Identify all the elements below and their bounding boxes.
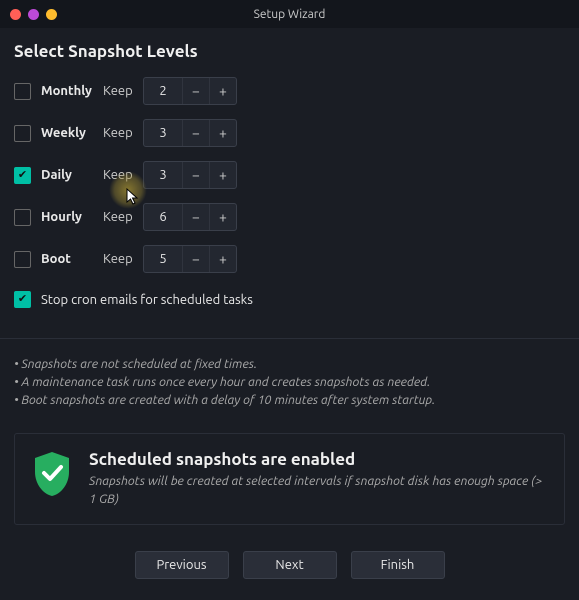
level-label: Monthly: [41, 84, 103, 98]
plus-icon[interactable]: +: [209, 78, 236, 104]
keep-spinner-boot[interactable]: 5−+: [143, 245, 237, 273]
close-icon[interactable]: [10, 9, 21, 20]
keep-spinner-weekly[interactable]: 3−+: [143, 119, 237, 147]
minus-icon[interactable]: −: [182, 78, 209, 104]
keep-spinner-hourly[interactable]: 6−+: [143, 203, 237, 231]
stop-cron-emails-label: Stop cron emails for scheduled tasks: [41, 293, 253, 307]
shield-icon: [31, 450, 73, 498]
level-row: ✔ MonthlyKeep2−+: [14, 77, 565, 105]
maximize-icon[interactable]: [46, 9, 57, 20]
snapshot-levels-list: ✔MonthlyKeep2−+✔WeeklyKeep3−+✔DailyKeep3…: [14, 77, 565, 273]
level-label: Hourly: [41, 210, 103, 224]
keep-value: 3: [144, 126, 182, 140]
keep-label: Keep: [103, 84, 143, 98]
stop-cron-emails-checkbox[interactable]: ✔: [14, 291, 31, 308]
level-row: ✔ WeeklyKeep3−+: [14, 119, 565, 147]
keep-label: Keep: [103, 168, 143, 182]
keep-value: 6: [144, 210, 182, 224]
minus-icon[interactable]: −: [182, 246, 209, 272]
keep-value: 5: [144, 252, 182, 266]
level-row: ✔ DailyKeep3−+: [14, 161, 565, 189]
level-checkbox-daily[interactable]: ✔: [14, 167, 31, 184]
keep-label: Keep: [103, 252, 143, 266]
info-text: • Snapshots are not scheduled at fixed t…: [14, 355, 565, 409]
window-controls: [0, 9, 57, 20]
status-box: Scheduled snapshots are enabled Snapshot…: [14, 433, 565, 525]
separator: [0, 338, 579, 339]
keep-value: 2: [144, 84, 182, 98]
keep-value: 3: [144, 168, 182, 182]
finish-button[interactable]: Finish: [351, 551, 445, 579]
keep-label: Keep: [103, 126, 143, 140]
level-label: Weekly: [41, 126, 103, 140]
keep-spinner-daily[interactable]: 3−+: [143, 161, 237, 189]
plus-icon[interactable]: +: [209, 246, 236, 272]
previous-button[interactable]: Previous: [135, 551, 229, 579]
minus-icon[interactable]: −: [182, 120, 209, 146]
level-row: ✔ BootKeep5−+: [14, 245, 565, 273]
page-title: Select Snapshot Levels: [14, 42, 565, 61]
button-bar: Previous Next Finish: [14, 551, 565, 579]
window-title: Setup Wizard: [0, 8, 579, 21]
keep-label: Keep: [103, 210, 143, 224]
level-checkbox-hourly[interactable]: ✔: [14, 209, 31, 226]
status-description: Snapshots will be created at selected in…: [89, 473, 548, 508]
minimize-icon[interactable]: [28, 9, 39, 20]
next-button[interactable]: Next: [243, 551, 337, 579]
level-label: Boot: [41, 252, 103, 266]
level-checkbox-monthly[interactable]: ✔: [14, 83, 31, 100]
titlebar: Setup Wizard: [0, 0, 579, 28]
status-title: Scheduled snapshots are enabled: [89, 450, 548, 469]
plus-icon[interactable]: +: [209, 162, 236, 188]
plus-icon[interactable]: +: [209, 120, 236, 146]
level-checkbox-weekly[interactable]: ✔: [14, 125, 31, 142]
minus-icon[interactable]: −: [182, 162, 209, 188]
minus-icon[interactable]: −: [182, 204, 209, 230]
level-checkbox-boot[interactable]: ✔: [14, 251, 31, 268]
check-icon: ✔: [18, 294, 27, 305]
check-icon: ✔: [18, 170, 27, 181]
level-label: Daily: [41, 168, 103, 182]
keep-spinner-monthly[interactable]: 2−+: [143, 77, 237, 105]
plus-icon[interactable]: +: [209, 204, 236, 230]
level-row: ✔ HourlyKeep6−+: [14, 203, 565, 231]
option-row: ✔ Stop cron emails for scheduled tasks: [14, 291, 565, 308]
